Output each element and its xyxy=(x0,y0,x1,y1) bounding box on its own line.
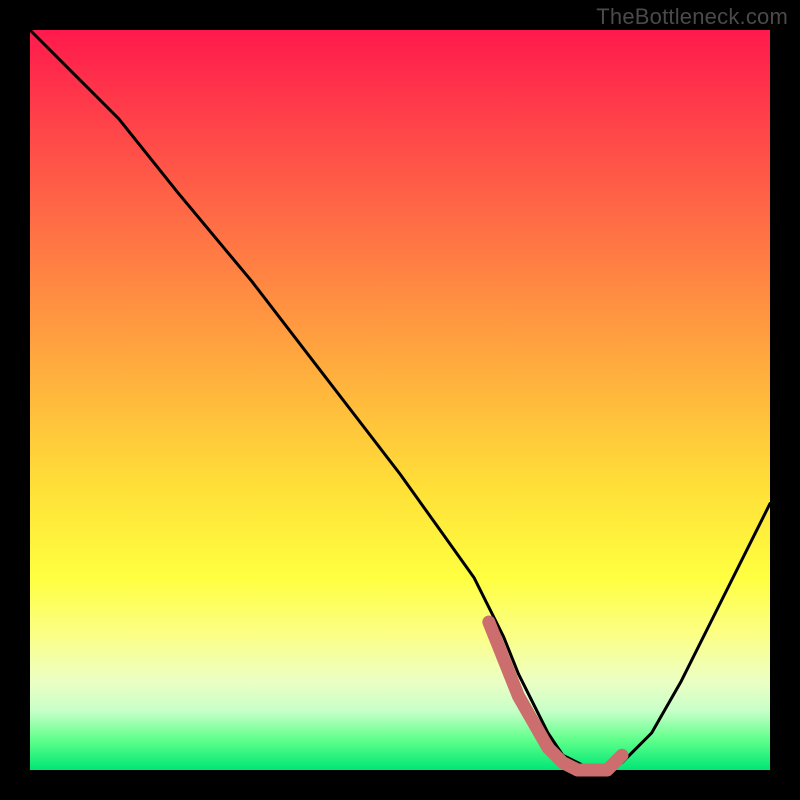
watermark-text: TheBottleneck.com xyxy=(596,4,788,30)
plot-gradient-area xyxy=(30,30,770,770)
optimal-range-highlight xyxy=(489,622,622,770)
curve-svg xyxy=(30,30,770,770)
chart-frame: TheBottleneck.com xyxy=(0,0,800,800)
bottleneck-curve xyxy=(30,30,770,770)
